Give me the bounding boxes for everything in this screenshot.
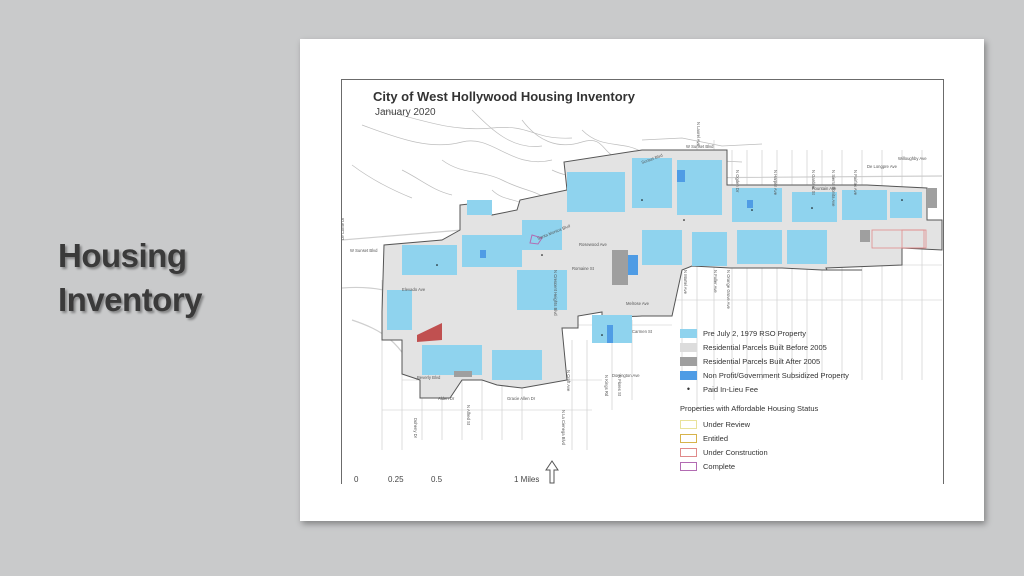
street-label: N Sierra Bonita Ave (831, 170, 836, 207)
legend-label: Under Review (703, 419, 751, 429)
slide-title-line-2: Inventory (58, 281, 203, 318)
legend-status-heading: Properties with Affordable Housing Statu… (680, 404, 819, 413)
street-label: Doheny Dr (413, 418, 418, 439)
legend-swatch (680, 419, 697, 429)
legend-label: Under Construction (703, 447, 768, 457)
map-subtitle: January 2020 (375, 107, 436, 118)
legend-item-before-2005: Residential Parcels Built Before 2005 (680, 340, 849, 354)
legend-status-entitled: Entitled (680, 431, 849, 445)
street-label: N Fuller Ave (713, 270, 718, 293)
legend-swatch (680, 356, 697, 366)
street-label: N Kings Rd (604, 375, 609, 397)
legend-swatch (680, 342, 697, 352)
street-label: N Laurel Ave (696, 122, 701, 147)
legend-item-rso: Pre July 2, 1979 RSO Property (680, 326, 849, 340)
legend-status-under-review: Under Review (680, 417, 849, 431)
street-label: Romaine St (572, 266, 595, 271)
street-label: N Flores St (617, 375, 622, 397)
legend-label: Pre July 2, 1979 RSO Property (703, 328, 806, 338)
legend-swatch (680, 370, 697, 380)
street-label: Rosewood Ave (579, 242, 608, 247)
slide-title: Housing Inventory (58, 234, 203, 322)
north-arrow-icon (545, 460, 559, 484)
legend-swatch (680, 461, 697, 471)
street-label: Gracie Allen Dr (507, 396, 536, 401)
legend-item-in-lieu-fee: • Paid In-Lieu Fee (680, 382, 849, 396)
street-label: Le Conte Dr (342, 217, 345, 240)
slide-title-line-1: Housing (58, 237, 187, 274)
legend-label: Complete (703, 461, 736, 471)
legend-label: Residential Parcels Built After 2005 (703, 356, 821, 366)
map-title: City of West Hollywood Housing Inventory (373, 89, 635, 104)
legend-swatch (680, 447, 697, 457)
street-label: Melrose Ave (626, 301, 650, 306)
street-label: W Sunset Blvd (686, 144, 714, 149)
street-label: N Ogden Dr (735, 170, 740, 193)
scale-bar: 0 0.25 0.5 1 Miles (354, 475, 564, 484)
street-label: Carmen St (632, 329, 653, 334)
street-label: N Harper Ave (773, 170, 778, 196)
street-label: N La Cienega Blvd (561, 410, 566, 446)
dot-icon: • (686, 383, 691, 394)
scale-tick: 0 (354, 475, 359, 484)
legend-label: Entitled (703, 433, 729, 443)
street-label: Willoughby Ave (898, 156, 927, 161)
street-label: N Croft Ave (566, 370, 571, 392)
scale-tick: 0.25 (388, 475, 404, 484)
legend-status-under-construction: Under Construction (680, 445, 849, 459)
street-label: N Alfred St (466, 405, 471, 426)
street-label: N Orange Grove Ave (726, 270, 731, 309)
street-label: Elevado Ave (402, 287, 426, 292)
street-label: Alden Dr (438, 396, 455, 401)
scale-tick: 1 Miles (514, 475, 540, 484)
street-label: W Sunset Blvd (350, 248, 378, 253)
map-legend: Pre July 2, 1979 RSO Property Residentia… (680, 326, 849, 473)
street-label: Beverly Blvd (417, 375, 441, 380)
housing-map[interactable]: N Laurel Ave W Sunset Blvd Sunset Blvd D… (342, 80, 943, 484)
legend-swatch (680, 433, 697, 443)
legend-status-complete: Complete (680, 459, 849, 473)
street-label: N Martel Ave (683, 270, 688, 295)
scale-tick: 0.5 (431, 475, 443, 484)
legend-item-subsidized: Non Profit/Government Subsidized Propert… (680, 368, 849, 382)
legend-label: Paid In-Lieu Fee (703, 384, 759, 394)
street-label: N Crescent Heights Blvd (553, 270, 558, 316)
legend-label: Residential Parcels Built Before 2005 (703, 342, 827, 352)
street-label: Dorrington Ave (612, 373, 640, 378)
map-card: N Laurel Ave W Sunset Blvd Sunset Blvd D… (300, 39, 984, 521)
map-frame: N Laurel Ave W Sunset Blvd Sunset Blvd D… (341, 79, 944, 484)
street-label: De Longpre Ave (867, 164, 898, 169)
legend-item-after-2005: Residential Parcels Built After 2005 (680, 354, 849, 368)
street-label: N Gardner St (811, 170, 816, 196)
legend-swatch (680, 328, 697, 338)
legend-label: Non Profit/Government Subsidized Propert… (703, 370, 849, 380)
street-label: N Fairfax Ave (853, 170, 858, 196)
